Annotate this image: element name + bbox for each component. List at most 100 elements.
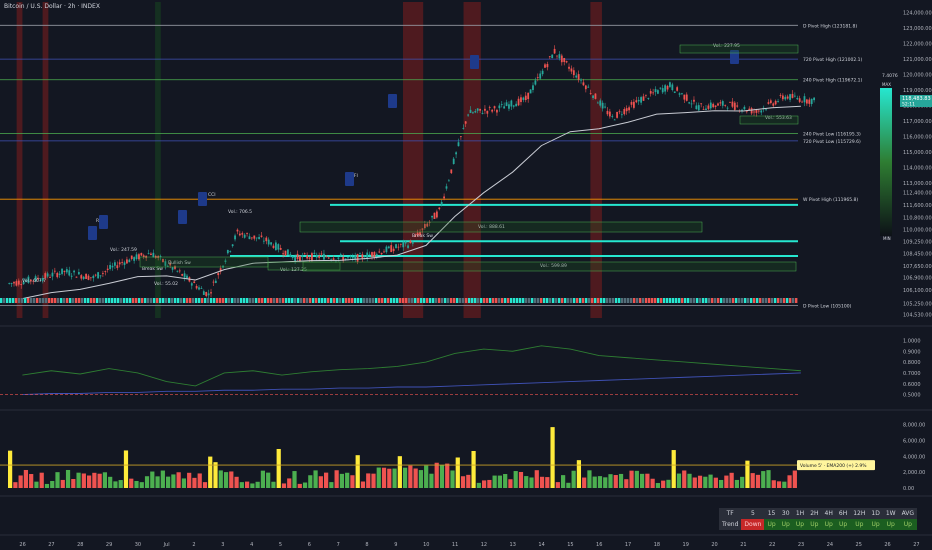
volume-bar [76,472,81,488]
volume-bar [350,475,355,488]
signal-strip-cell [459,298,462,303]
volume-bar [18,475,23,488]
signal-strip-cell [150,298,153,303]
candle [500,104,503,105]
signal-strip-cell [141,298,144,303]
signal-strip-cell [696,298,699,303]
volume-bar [508,479,513,488]
time-tick-label: 12 [481,542,487,548]
price-tick-label: 121,000.00 [903,57,932,63]
volume-tick-label: 2,000.00 [903,470,925,476]
time-tick-label: 27 [48,542,54,548]
oscillator-tick-label: 0.8000 [903,360,921,366]
signal-strip-cell [183,298,186,303]
volume-bar [576,460,582,488]
candle [678,93,681,95]
candle [89,277,92,279]
volume-bar [413,468,418,488]
volume-bar [60,479,65,488]
volume-bar [645,473,650,488]
candle [630,102,633,105]
volume-box [679,44,799,54]
price-tick-label: 108,450.00 [903,252,932,258]
candle [666,85,669,90]
signal-strip-cell [423,298,426,303]
volume-bar [524,476,529,488]
volume-bar [545,477,550,488]
candle [94,274,97,276]
signal-strip-cell [147,298,150,303]
candle [234,235,236,240]
candle [407,245,409,248]
candle [190,283,193,286]
signal-strip-cell [303,298,306,303]
signal-strip-cell [600,298,603,303]
candle [693,99,695,102]
signal-strip-cell [18,298,21,303]
signal-strip-cell [45,298,48,303]
signal-strip-cell [219,298,222,303]
volume-bar [171,474,176,488]
time-tick-label: 16 [596,542,602,548]
candle [563,58,566,63]
signal-strip-cell [654,298,657,303]
signal-strip-cell [156,298,159,303]
signal-badge [99,215,108,229]
signal-badge [345,172,354,186]
candle [97,272,100,279]
candle [51,272,54,277]
candle [700,103,703,105]
signal-strip-cell [408,298,411,303]
candle [620,114,623,116]
signal-strip-cell [318,298,321,303]
red-zone [16,2,23,318]
volume-bar [724,475,729,488]
candle [63,270,66,272]
candle [217,273,220,276]
signal-strip-cell [405,298,408,303]
tf-header-cell: 30 [778,508,793,519]
price-tick-label: 112,400.00 [903,190,932,196]
candle [399,243,402,245]
candle [632,101,635,108]
candle [534,80,537,85]
candle [784,96,787,100]
grid-lines [0,325,932,536]
tf-header-cell: 1H [792,508,808,519]
volume-bar [276,448,281,488]
pivot-label: 240 Pivot Low (116195.3) [803,132,861,138]
tf-trend-cell: Up [882,519,899,530]
candle [241,233,244,235]
candle [594,93,597,99]
candle [798,98,801,102]
volume-box [139,256,269,268]
candle [351,257,354,259]
pivot-label: 720 Pivot High (121002.1) [803,57,862,63]
signal-strip-cell [294,298,297,303]
tf-trend-cell: Up [898,519,918,530]
volume-bar [734,479,740,488]
candle [476,108,479,111]
candle [548,56,551,58]
candle [505,102,508,106]
candle [102,273,104,274]
candle [318,255,321,258]
tf-header-cell: 2H [807,508,822,519]
volume-bar [708,474,713,488]
candle [250,237,253,239]
volume-bar [408,465,413,488]
candle [445,186,448,189]
pivot-label: D Pivot Low (105100) [803,304,852,310]
volume-bar [255,481,260,488]
signal-strip-cell [456,298,459,303]
time-tick-label: Jul [163,542,170,548]
signal-strip-cell [720,298,723,303]
candle [789,94,791,100]
annotation-label: 7.4076 [882,73,898,79]
volume-bar [676,473,682,488]
candle [642,96,645,101]
signal-strip-cell [489,298,492,303]
time-tick-label: 26 [884,542,890,548]
signal-strip-cell [723,298,726,303]
candle [536,77,539,78]
